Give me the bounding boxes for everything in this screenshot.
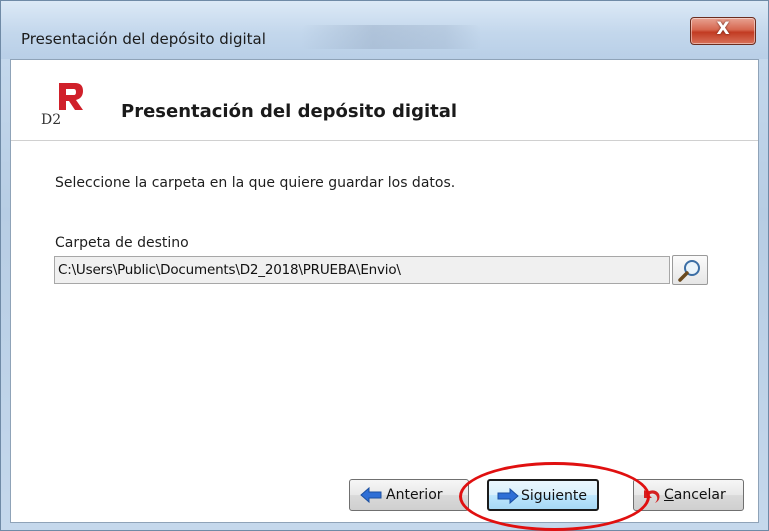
previous-button-label: Anterior: [386, 487, 443, 503]
dialog-window: Presentación del depósito digital X D2 P…: [0, 0, 769, 531]
header-divider: [11, 140, 758, 141]
cancel-label-rest: ancelar: [673, 487, 726, 503]
cancel-arrow-icon: [644, 490, 660, 503]
cancel-button-label: Cancelar: [664, 487, 726, 503]
window-title: Presentación del depósito digital: [21, 30, 266, 48]
wizard-header: D2 Presentación del depósito digital: [11, 60, 758, 140]
instruction-text: Seleccione la carpeta en la que quiere g…: [55, 175, 456, 191]
dialog-content: D2 Presentación del depósito digital Sel…: [10, 59, 759, 531]
next-button-label: Siguiente: [521, 488, 588, 504]
cancel-mnemonic: C: [664, 487, 674, 503]
title-bar[interactable]: Presentación del depósito digital X: [1, 1, 768, 59]
browse-folder-button[interactable]: [672, 255, 708, 285]
wizard-title: Presentación del depósito digital: [121, 101, 458, 122]
close-icon: X: [716, 19, 730, 39]
next-button[interactable]: Siguiente: [487, 479, 599, 511]
title-bar-reflection: [301, 25, 481, 49]
cancel-button[interactable]: Cancelar: [633, 479, 744, 511]
close-button[interactable]: X: [690, 17, 756, 45]
magnifier-icon: [678, 260, 700, 282]
svg-text:D2: D2: [41, 112, 61, 126]
previous-button[interactable]: Anterior: [349, 479, 469, 511]
destination-folder-label: Carpeta de destino: [55, 235, 189, 251]
arrow-right-icon: [497, 488, 519, 504]
arrow-left-icon: [360, 487, 382, 503]
destination-folder-input[interactable]: [54, 256, 670, 284]
d2-logo-icon: D2: [41, 80, 87, 128]
